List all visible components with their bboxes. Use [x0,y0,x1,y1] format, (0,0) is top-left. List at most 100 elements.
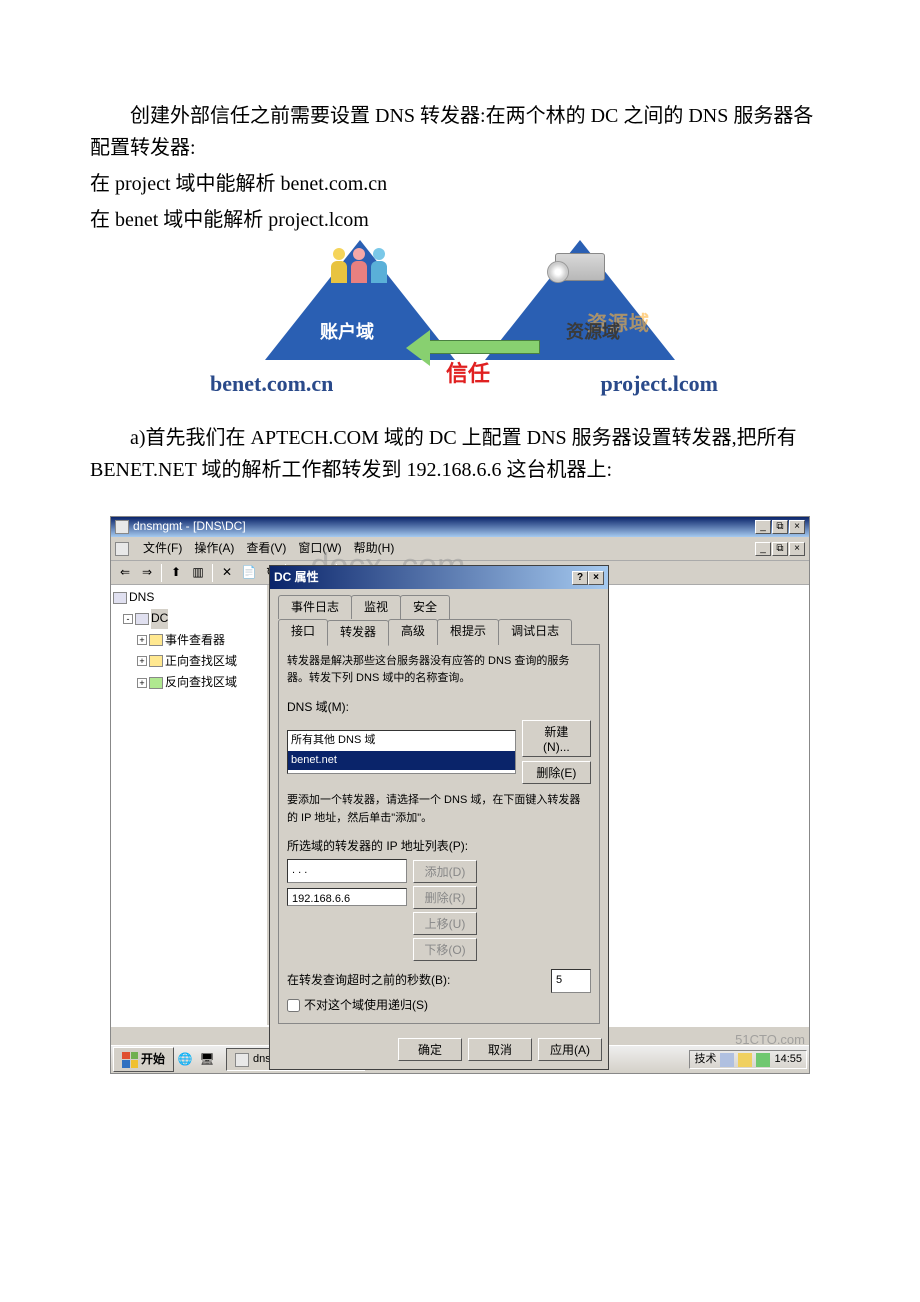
tab-debuglog[interactable]: 调试日志 [498,619,572,644]
up-button[interactable]: ⬆ [166,563,186,583]
no-recursion-label: 不对这个域使用递归(S) [304,996,428,1015]
tab-roothint[interactable]: 根提示 [437,619,499,644]
timeout-label: 在转发查询超时之前的秒数(B): [287,971,450,990]
paragraph-resolve-benet: 在 benet 域中能解析 project.lcom [90,204,830,236]
domain-left-label: benet.com.cn [210,366,333,401]
main-area: DNS - DC + 事件查看器 + 正向查找区域 + 反向查找区域 [111,585,809,1025]
tray-network-icon[interactable] [720,1053,734,1067]
watermark-51cto: 51CTO.com [735,1032,805,1048]
tab-forwarder[interactable]: 转发器 [327,620,389,645]
dialog-close-button[interactable]: × [588,571,604,585]
dns-screenshot: .docx .com dnsmgmt - [DNS\DC] _ ⧉ × 文件(F… [110,516,810,1074]
tab-eventlog[interactable]: 事件日志 [278,595,352,619]
tree-rev-zone[interactable]: + 反向查找区域 [113,672,265,693]
no-recursion-checkbox[interactable] [287,999,300,1012]
remove-ip-button[interactable]: 删除(R) [413,886,477,909]
tree-root[interactable]: DNS [113,587,265,608]
minimize-button[interactable]: _ [755,520,771,534]
tabs-row1: 事件日志 监视 安全 [278,595,600,619]
expand-viewer[interactable]: + [137,635,147,645]
expand-fwd[interactable]: + [137,656,147,666]
tree-fwd-zone[interactable]: + 正向查找区域 [113,651,265,672]
forward-button[interactable]: ⇒ [137,563,157,583]
forwarder-panel: 转发器是解决那些这台服务器没有应答的 DNS 查询的服务器。转发下列 DNS 域… [278,644,600,1024]
delete-button[interactable]: ✕ [217,563,237,583]
timeout-input[interactable]: 5 [551,969,591,993]
rev-zone-icon [149,677,163,689]
tree-rev-label: 反向查找区域 [165,673,237,692]
start-label: 开始 [141,1050,165,1069]
apply-button[interactable]: 应用(A) [538,1038,602,1061]
menu-window[interactable]: 窗口(W) [298,539,341,558]
add-forwarder-desc: 要添加一个转发器，请选择一个 DNS 域，在下面键入转发器的 IP 地址，然后单… [287,792,591,827]
quicklaunch-desktop-icon[interactable]: 🖥 [198,1051,216,1069]
account-domain-label: 账户域 [320,318,374,347]
show-hide-button[interactable]: ▥ [188,563,208,583]
cancel-button[interactable]: 取消 [468,1038,532,1061]
tray-clock: 14:55 [774,1051,802,1069]
tree-dc[interactable]: - DC [113,608,265,629]
tree-panel: DNS - DC + 事件查看器 + 正向查找区域 + 反向查找区域 [111,585,269,1025]
event-viewer-icon [149,634,163,646]
people-icon [330,248,388,286]
list-item-benet[interactable]: benet.net [288,751,515,771]
expand-rev[interactable]: + [137,678,147,688]
back-button[interactable]: ⇐ [115,563,135,583]
paragraph-resolve-project: 在 project 域中能解析 benet.com.cn [90,168,830,200]
tabs-row2: 接口 转发器 高级 根提示 调试日志 [278,619,600,644]
start-button[interactable]: 开始 [113,1047,174,1072]
window-title: dnsmgmt - [DNS\DC] [133,517,755,536]
fwd-zone-icon [149,655,163,667]
dns-domain-label: DNS 域(M): [287,698,591,717]
system-tray: 技术 14:55 [689,1050,807,1070]
tray-shield-icon[interactable] [738,1053,752,1067]
move-down-button[interactable]: 下移(O) [413,938,477,961]
tree-event-viewer[interactable]: + 事件查看器 [113,630,265,651]
menu-action[interactable]: 操作(A) [194,539,234,558]
paragraph-intro: 创建外部信任之前需要设置 DNS 转发器:在两个林的 DC 之间的 DNS 服务… [90,100,830,164]
dialog-titlebar: DC 属性 ? × [270,566,608,589]
tree-fwd-label: 正向查找区域 [165,652,237,671]
ok-button[interactable]: 确定 [398,1038,462,1061]
delete-domain-button[interactable]: 删除(E) [522,761,591,784]
expand-dc[interactable]: - [123,614,133,624]
menubar: 文件(F) 操作(A) 查看(V) 窗口(W) 帮助(H) _ ⧉ × [111,537,809,561]
quicklaunch-ie-icon[interactable]: 🌐 [176,1051,194,1069]
tree-viewer-label: 事件查看器 [165,631,225,650]
tab-monitor[interactable]: 监视 [351,595,401,619]
maximize-button[interactable]: ⧉ [772,520,788,534]
ip-input[interactable]: . . . [287,859,407,883]
dc-properties-dialog: DC 属性 ? × 事件日志 监视 安全 接口 转发器 高级 根提示 调试日志 [269,565,609,1070]
forwarder-desc: 转发器是解决那些这台服务器没有应答的 DNS 查询的服务器。转发下列 DNS 域… [287,653,591,688]
mdi-icon [115,542,129,556]
paragraph-step-a: a)首先我们在 APTECH.COM 域的 DC 上配置 DNS 服务器设置转发… [90,422,830,486]
menu-help[interactable]: 帮助(H) [354,539,395,558]
close-button[interactable]: × [789,520,805,534]
new-button[interactable]: 新建(N)... [522,720,591,757]
ip-list-value[interactable]: 192.168.6.6 [287,888,407,906]
tab-advanced[interactable]: 高级 [388,619,438,644]
dialog-help-button[interactable]: ? [572,571,588,585]
mdi-minimize-button[interactable]: _ [755,542,771,556]
properties-button[interactable]: 📄 [239,563,259,583]
tray-volume-icon[interactable] [756,1053,770,1067]
no-recursion-row[interactable]: 不对这个域使用递归(S) [287,996,591,1015]
menu-view[interactable]: 查看(V) [246,539,286,558]
dc-icon [135,613,149,625]
tab-security[interactable]: 安全 [400,595,450,619]
server-icon [555,243,610,283]
menu-file[interactable]: 文件(F) [143,539,182,558]
list-item-all-other[interactable]: 所有其他 DNS 域 [288,731,515,751]
domain-right-label: project.lcom [601,366,719,401]
mdi-close-button[interactable]: × [789,542,805,556]
trust-label: 信任 [446,356,490,391]
dns-domain-list[interactable]: 所有其他 DNS 域 benet.net [287,730,516,774]
trust-diagram: 账户域 benet.com.cn 资源域 资源域 project.lcom 信任 [210,248,710,398]
tree-dc-label: DC [151,609,168,628]
move-up-button[interactable]: 上移(U) [413,912,477,935]
mdi-restore-button[interactable]: ⧉ [772,542,788,556]
resource-domain-label: 资源域 [566,318,620,347]
tab-interface[interactable]: 接口 [278,619,328,644]
dialog-title: DC 属性 [274,568,319,587]
add-ip-button[interactable]: 添加(D) [413,860,477,883]
